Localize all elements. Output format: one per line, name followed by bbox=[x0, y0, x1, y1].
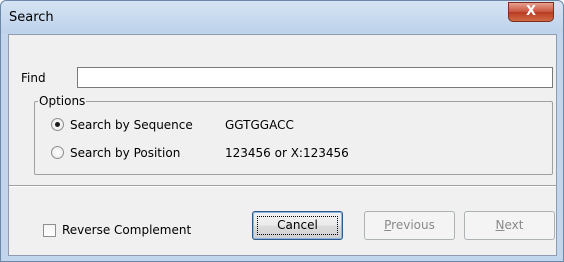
radio-label-sequence[interactable]: Search by Sequence bbox=[70, 118, 193, 132]
previous-button-label: revious bbox=[391, 218, 435, 232]
reverse-complement-checkbox[interactable] bbox=[43, 224, 56, 237]
next-mnemonic: N bbox=[495, 218, 505, 232]
close-button[interactable]: X bbox=[508, 2, 554, 22]
close-icon: X bbox=[525, 4, 537, 19]
next-button-label: ext bbox=[504, 218, 524, 232]
radio-button[interactable] bbox=[51, 118, 64, 131]
focus-ring bbox=[257, 216, 338, 235]
options-group bbox=[34, 101, 553, 175]
previous-button[interactable]: Previous bbox=[364, 211, 455, 240]
sequence-example: GGTGGACC bbox=[225, 118, 294, 132]
radio-label-position[interactable]: Search by Position bbox=[70, 146, 180, 160]
cancel-button[interactable]: Cancel bbox=[252, 211, 343, 240]
radio-selected-dot bbox=[55, 122, 60, 127]
dialog-body: Find Options Search by Sequence GGTGGACC… bbox=[8, 34, 557, 256]
title-bar[interactable]: Search X bbox=[1, 1, 563, 33]
window-title: Search bbox=[9, 10, 54, 25]
reverse-complement-label[interactable]: Reverse Complement bbox=[62, 223, 191, 237]
find-input[interactable] bbox=[77, 67, 553, 88]
next-button[interactable]: Next bbox=[464, 211, 555, 240]
find-label: Find bbox=[21, 71, 46, 85]
search-dialog-window: Search X Find Options Search by Sequence… bbox=[0, 0, 564, 262]
position-example: 123456 or X:123456 bbox=[225, 146, 349, 160]
radio-button[interactable] bbox=[51, 146, 64, 159]
options-legend: Options bbox=[38, 94, 87, 108]
separator bbox=[9, 185, 556, 187]
